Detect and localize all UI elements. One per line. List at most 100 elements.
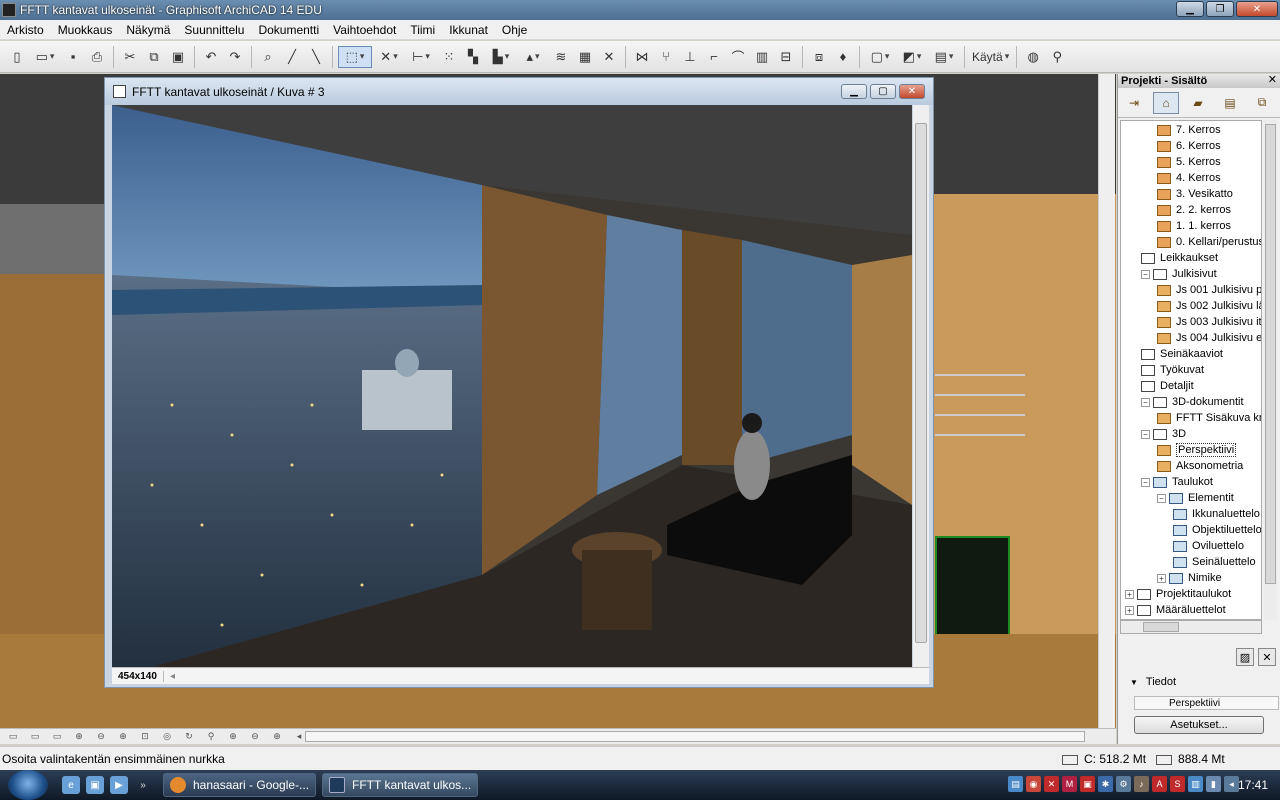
print-icon[interactable]: ⎙ bbox=[86, 46, 108, 68]
arrange-icon[interactable]: ▚ bbox=[462, 46, 484, 68]
project-map-tab-icon[interactable]: ⌂ bbox=[1153, 91, 1179, 114]
walk-icon[interactable]: ⚲ bbox=[1046, 46, 1068, 68]
tree-item[interactable]: 6. Kerros bbox=[1157, 138, 1221, 154]
minimize-button[interactable]: ▁ bbox=[1176, 1, 1204, 17]
new-file-icon[interactable]: ▯ bbox=[6, 46, 28, 68]
render-window-titlebar[interactable]: FFTT kantavat ulkoseinät / Kuva # 3 bbox=[105, 78, 933, 105]
tray-volume-icon[interactable]: ♪ bbox=[1134, 776, 1149, 792]
ie-icon[interactable]: e bbox=[62, 776, 80, 794]
expand-icon[interactable]: + bbox=[1157, 573, 1166, 583]
tray-mail-icon[interactable]: M bbox=[1062, 776, 1077, 792]
layout-book-tab-icon[interactable]: ▤ bbox=[1217, 92, 1243, 114]
taskbar-firefox[interactable]: hanasaari - Google-... bbox=[163, 773, 316, 797]
cut-icon[interactable]: ✂ bbox=[119, 46, 141, 68]
zoom-icon[interactable]: ⊕ bbox=[114, 730, 132, 743]
tree-hscroll-thumb[interactable] bbox=[1143, 622, 1179, 632]
main-horizontal-scrollbar[interactable] bbox=[305, 731, 1085, 742]
intersect-icon[interactable]: ⊥ bbox=[679, 46, 701, 68]
render-scroll-thumb[interactable] bbox=[915, 123, 927, 643]
render-maximize-button[interactable]: ▢ bbox=[870, 84, 896, 99]
tree-item[interactable]: − Julkisivut bbox=[1141, 266, 1217, 282]
tree-scroll-thumb[interactable] bbox=[1265, 124, 1276, 584]
zoom-out-icon[interactable]: ⊖ bbox=[92, 730, 110, 743]
section-window-icon[interactable]: ▤ bbox=[929, 46, 959, 68]
zoom-fit-icon[interactable]: ⊕ bbox=[224, 730, 242, 743]
align-icon[interactable]: ⊢ bbox=[406, 46, 436, 68]
open-folder-icon[interactable]: ▭ bbox=[30, 46, 60, 68]
tree-item[interactable]: 5. Kerros bbox=[1157, 154, 1221, 170]
tree-horizontal-scrollbar[interactable] bbox=[1120, 620, 1262, 634]
view-map-tab-icon[interactable]: ▰ bbox=[1185, 92, 1211, 114]
tree-item[interactable]: FFTT Sisäkuva krunni bbox=[1157, 410, 1261, 426]
fit-window-icon[interactable]: ⊡ bbox=[136, 730, 154, 743]
tray-speaker-icon[interactable]: ◂ bbox=[1224, 776, 1239, 792]
tree-item[interactable]: Ikkunaluettelo bbox=[1173, 506, 1260, 522]
lock-icon[interactable]: ▴ bbox=[518, 46, 548, 68]
new-view-icon[interactable]: ▨ bbox=[1236, 648, 1254, 666]
menu-ohje[interactable]: Ohje bbox=[495, 23, 534, 37]
tree-item[interactable]: − Taulukot bbox=[1141, 474, 1213, 490]
render-close-button[interactable]: ✕ bbox=[899, 84, 925, 99]
show-desktop-icon[interactable]: ▣ bbox=[86, 776, 104, 794]
tree-item[interactable]: Js 003 Julkisivu itä bbox=[1157, 314, 1261, 330]
menu-nakyma[interactable]: Näkymä bbox=[119, 23, 177, 37]
tree-item[interactable]: Js 004 Julkisivu etelä bbox=[1157, 330, 1261, 346]
nav-icon-2[interactable]: ▭ bbox=[26, 730, 44, 743]
tray-update-icon[interactable]: ⚙ bbox=[1116, 776, 1131, 792]
publisher-tab-icon[interactable]: ⧉ bbox=[1249, 92, 1275, 114]
tree-item[interactable]: Seinäluettelo bbox=[1173, 554, 1256, 570]
table-icon[interactable]: ▦ bbox=[574, 46, 596, 68]
info-header[interactable]: Tiedot bbox=[1118, 674, 1280, 690]
tree-item[interactable]: Perspektiivi bbox=[1157, 442, 1237, 458]
collapse-icon[interactable]: − bbox=[1141, 477, 1150, 487]
3d-view-icon[interactable]: ⧈ bbox=[808, 46, 830, 68]
marquee-tool-icon[interactable]: ⬚ bbox=[338, 45, 372, 68]
tray-power-icon[interactable]: ▮ bbox=[1206, 776, 1221, 792]
close-button[interactable]: ✕ bbox=[1236, 1, 1278, 17]
tree-item[interactable]: Detaljit bbox=[1141, 378, 1194, 394]
rendered-image[interactable] bbox=[112, 105, 912, 667]
tray-security-icon[interactable]: ◉ bbox=[1026, 776, 1041, 792]
orbit-icon[interactable]: ◎ bbox=[158, 730, 176, 743]
previous-zoom-icon[interactable]: ⊖ bbox=[246, 730, 264, 743]
tree-item[interactable]: Js 001 Julkisivu poh bbox=[1157, 282, 1261, 298]
maximize-button[interactable]: ❐ bbox=[1206, 1, 1234, 17]
distribute-icon[interactable]: ⁙ bbox=[438, 46, 460, 68]
save-icon[interactable]: ▪ bbox=[62, 46, 84, 68]
find-select-icon[interactable]: ⌕ bbox=[257, 46, 279, 68]
menu-muokkaus[interactable]: Muokkaus bbox=[51, 23, 120, 37]
tree-item[interactable]: Objektiluettelo bbox=[1173, 522, 1261, 538]
render-minimize-button[interactable]: ▁ bbox=[841, 84, 867, 99]
apply-dropdown[interactable]: Käytä bbox=[970, 46, 1011, 68]
taskbar-archicad[interactable]: FFTT kantavat ulkos... bbox=[322, 773, 478, 797]
tree-item[interactable]: − Elementit bbox=[1157, 490, 1234, 506]
rotate-icon[interactable]: ↻ bbox=[180, 730, 198, 743]
tree-item[interactable]: Aksonometria bbox=[1157, 458, 1243, 474]
start-button[interactable] bbox=[8, 770, 48, 800]
render-icon[interactable]: ♦ bbox=[832, 46, 854, 68]
tree-item[interactable]: 4. Kerros bbox=[1157, 170, 1221, 186]
collapse-icon[interactable]: − bbox=[1141, 429, 1150, 439]
tree-item[interactable]: + Projektitaulukot bbox=[1125, 586, 1231, 602]
tree-item[interactable]: + Nimike bbox=[1157, 570, 1222, 586]
tray-app-icon[interactable]: ▣ bbox=[1080, 776, 1095, 792]
tree-item[interactable]: 0. Kellari/perustus bbox=[1157, 234, 1261, 250]
copy-icon[interactable]: ⧉ bbox=[143, 46, 165, 68]
tree-item[interactable]: 7. Kerros bbox=[1157, 122, 1221, 138]
redo-icon[interactable]: ↷ bbox=[224, 46, 246, 68]
delete-icon[interactable]: ✕ bbox=[598, 46, 620, 68]
tree-item[interactable]: Oviluettelo bbox=[1173, 538, 1244, 554]
navigator-icon[interactable]: ◍ bbox=[1022, 46, 1044, 68]
layers-icon[interactable]: ≋ bbox=[550, 46, 572, 68]
collapse-icon[interactable]: − bbox=[1141, 397, 1150, 407]
tree-vertical-scrollbar[interactable] bbox=[1264, 120, 1277, 620]
tree-item[interactable]: 2. 2. kerros bbox=[1157, 202, 1231, 218]
3d-window-icon[interactable]: ▢ bbox=[865, 46, 895, 68]
suspend-groups-icon[interactable]: ✕ bbox=[374, 46, 404, 68]
menu-vaihtoehdot[interactable]: Vaihtoehdot bbox=[326, 23, 403, 37]
curve-icon[interactable]: ⌒ bbox=[727, 46, 749, 68]
group-icon[interactable]: ▙ bbox=[486, 46, 516, 68]
menu-ikkunat[interactable]: Ikkunat bbox=[442, 23, 495, 37]
panel-close-icon[interactable]: ✕ bbox=[1268, 73, 1277, 86]
tray-bluetooth-icon[interactable]: ✱ bbox=[1098, 776, 1113, 792]
